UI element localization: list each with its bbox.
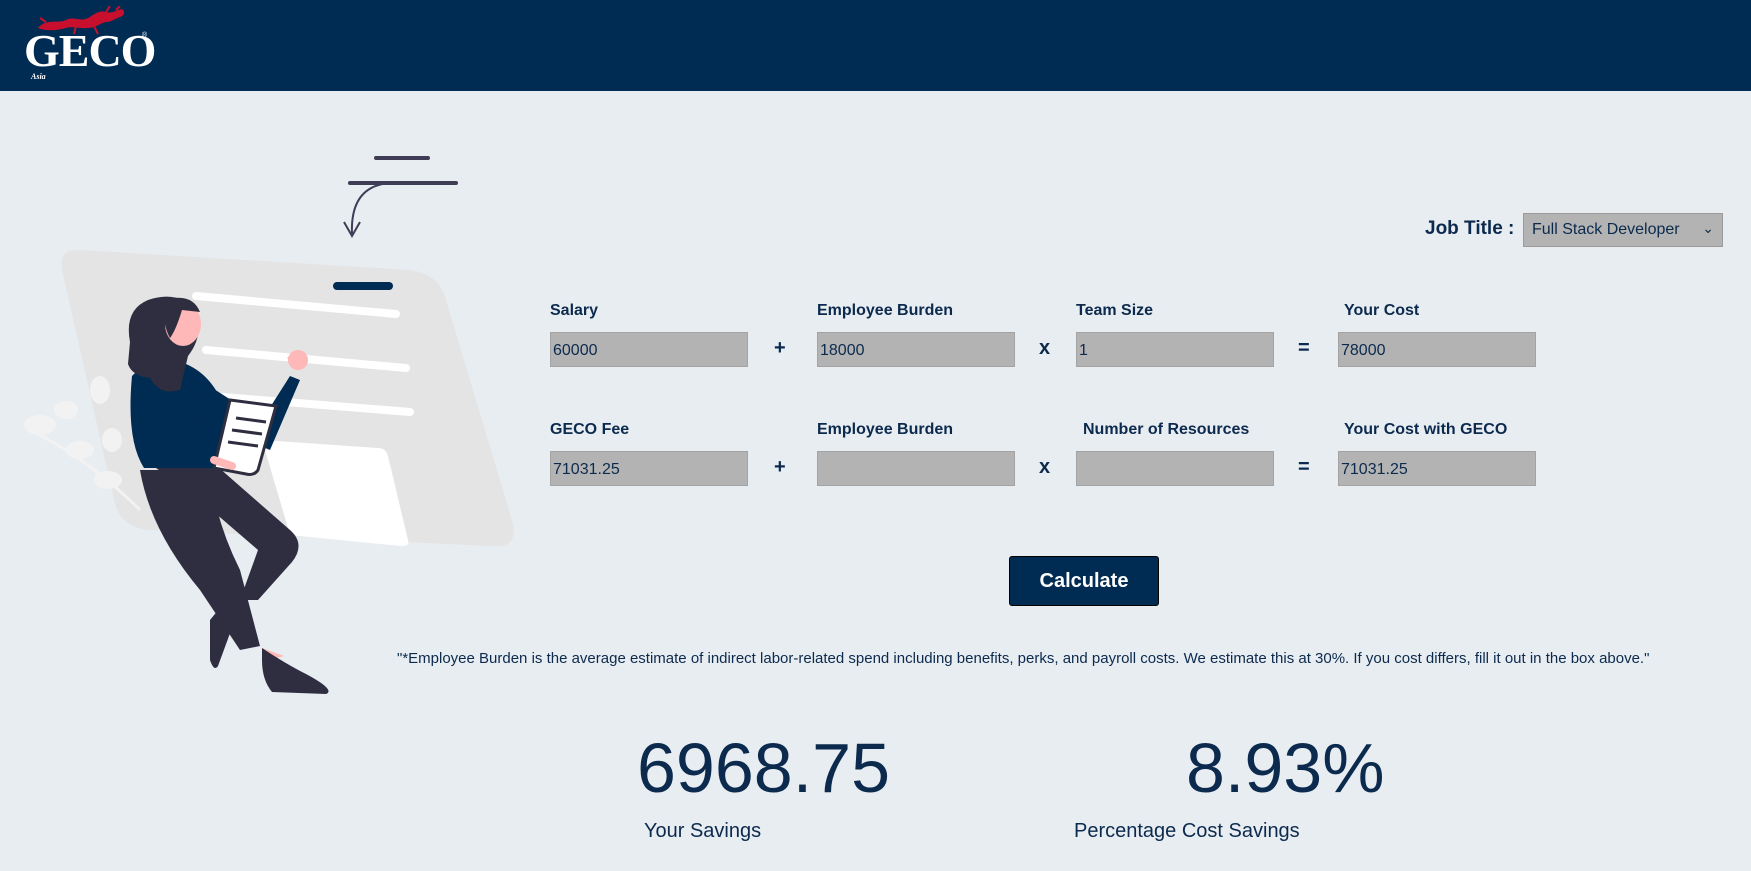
logo-subtitle: Asia	[31, 72, 46, 81]
job-title-label: Job Title :	[1425, 218, 1515, 239]
salary-input[interactable]: 60000	[550, 332, 748, 367]
logo-wordmark: GECO	[24, 25, 156, 76]
equals-operator: =	[1298, 337, 1310, 359]
employee-burden-input-2[interactable]	[817, 451, 1015, 486]
number-of-resources-label: Number of Resources	[1083, 421, 1250, 438]
employee-burden-input[interactable]: 18000	[817, 332, 1015, 367]
job-title-select[interactable]: Full Stack Developer ⌄	[1523, 213, 1723, 247]
salary-label: Salary	[550, 302, 599, 319]
times-operator: x	[1039, 337, 1051, 359]
cost-with-geco-label: Your Cost with GECO	[1344, 421, 1508, 438]
your-cost-label: Your Cost	[1344, 302, 1420, 319]
savings-value: 6968.75	[637, 729, 891, 807]
cost-with-geco-field[interactable]: 71031.25	[1338, 451, 1536, 486]
savings-label: Your Savings	[644, 820, 762, 842]
percentage-savings-label: Percentage Cost Savings	[1074, 820, 1300, 842]
job-title-selected: Full Stack Developer	[1532, 221, 1680, 238]
number-of-resources-input[interactable]	[1076, 451, 1274, 486]
team-size-input[interactable]: 1	[1076, 332, 1274, 367]
employee-burden-note: "*Employee Burden is the average estimat…	[397, 650, 1650, 667]
geco-fee-field[interactable]: 71031.25	[550, 451, 748, 486]
team-size-label: Team Size	[1076, 302, 1154, 319]
employee-burden-label-2: Employee Burden	[817, 421, 954, 438]
your-cost-field[interactable]: 78000	[1338, 332, 1536, 367]
equals-operator: =	[1298, 456, 1310, 478]
times-operator: x	[1039, 456, 1051, 478]
logo-registered-mark: ®	[142, 32, 148, 39]
percentage-savings-value: 8.93%	[1186, 729, 1385, 807]
geco-fee-label: GECO Fee	[550, 421, 630, 438]
employee-burden-label: Employee Burden	[817, 302, 954, 319]
geco-logo[interactable]: GECO ® Asia	[22, 6, 156, 84]
header: GECO ® Asia	[0, 0, 1751, 91]
plus-operator: +	[774, 337, 786, 359]
plus-operator: +	[774, 456, 786, 478]
woman-with-document-illustration	[24, 156, 514, 694]
calculate-button[interactable]: Calculate	[1009, 556, 1159, 606]
chevron-down-icon: ⌄	[1702, 220, 1714, 236]
